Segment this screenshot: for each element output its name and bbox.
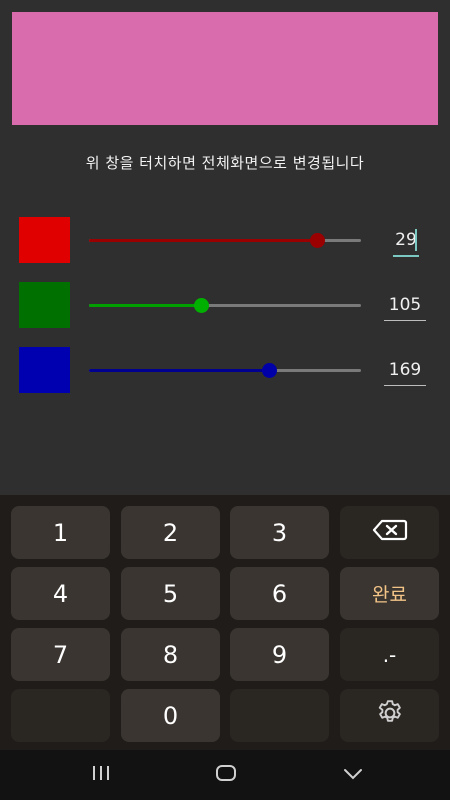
- green-value-input[interactable]: 105: [384, 290, 426, 321]
- key-1[interactable]: 1: [11, 506, 110, 559]
- blue-slider-row: 169: [0, 347, 450, 395]
- backspace-key[interactable]: [340, 506, 439, 559]
- key-4[interactable]: 4: [11, 567, 110, 620]
- red-slider-thumb[interactable]: [310, 233, 326, 248]
- key-9[interactable]: 9: [230, 628, 329, 681]
- back-button[interactable]: [338, 762, 368, 788]
- system-navigation-bar: [0, 750, 450, 800]
- key-7[interactable]: 7: [11, 628, 110, 681]
- hint-text: 위 창을 터치하면 전체화면으로 변경됩니다: [85, 154, 365, 172]
- key-6[interactable]: 6: [230, 567, 329, 620]
- green-slider[interactable]: [89, 298, 361, 313]
- green-slider-fill: [89, 304, 201, 307]
- blue-value-input[interactable]: 169: [384, 355, 426, 386]
- green-swatch: [19, 282, 70, 328]
- red-value-text: 29: [395, 230, 417, 250]
- backspace-icon: [372, 518, 408, 548]
- empty-key-right: [230, 689, 329, 742]
- green-slider-row: 105: [0, 282, 450, 330]
- recent-apps-button[interactable]: [86, 762, 116, 788]
- red-slider-row: 29: [0, 217, 450, 265]
- home-button[interactable]: [211, 762, 241, 788]
- color-preview-panel[interactable]: [12, 12, 438, 125]
- gear-icon: [375, 698, 405, 734]
- blue-slider-fill: [89, 369, 269, 372]
- blue-slider-thumb[interactable]: [261, 363, 277, 378]
- red-swatch: [19, 217, 70, 263]
- keyboard-settings-button[interactable]: [340, 689, 439, 742]
- red-slider-fill: [89, 239, 318, 242]
- back-chevron-icon: [342, 766, 364, 785]
- blue-slider[interactable]: [89, 363, 361, 378]
- key-2[interactable]: 2: [121, 506, 220, 559]
- red-value-input[interactable]: 29: [393, 225, 419, 257]
- text-caret: [415, 229, 417, 251]
- blue-swatch: [19, 347, 70, 393]
- red-slider[interactable]: [89, 233, 361, 248]
- numeric-keyboard: 1 2 3 4 5 6 완료 7 8 9 .- 0: [0, 495, 450, 750]
- key-8[interactable]: 8: [121, 628, 220, 681]
- key-5[interactable]: 5: [121, 567, 220, 620]
- key-3[interactable]: 3: [230, 506, 329, 559]
- recent-apps-icon: [90, 765, 112, 785]
- empty-key-left: [11, 689, 110, 742]
- home-icon: [215, 764, 237, 786]
- green-slider-thumb[interactable]: [193, 298, 209, 313]
- key-0[interactable]: 0: [121, 689, 220, 742]
- punctuation-key[interactable]: .-: [340, 628, 439, 681]
- done-button[interactable]: 완료: [340, 567, 439, 620]
